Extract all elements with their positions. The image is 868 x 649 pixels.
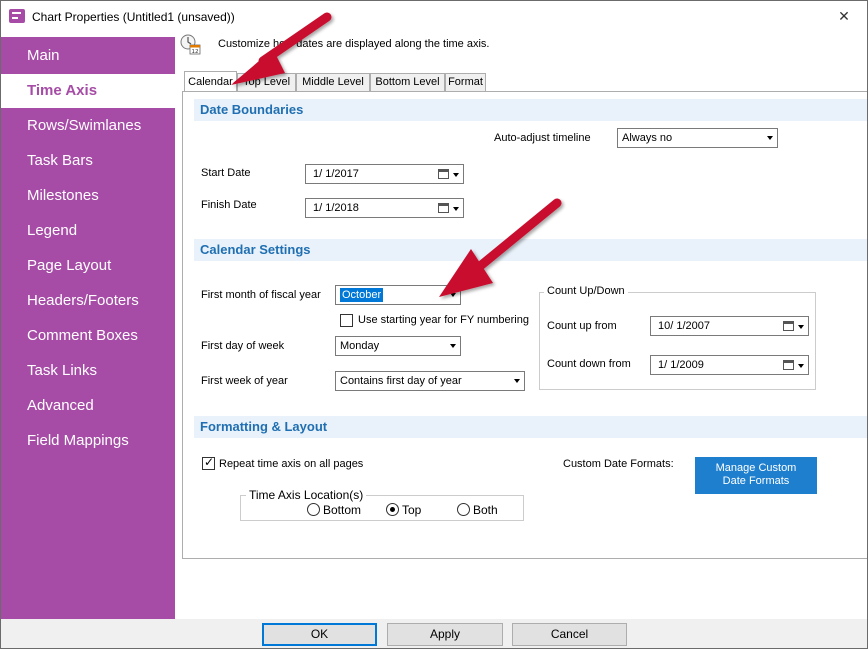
count-group [539, 292, 816, 390]
sidebar-item-time-axis[interactable]: Time Axis [1, 74, 175, 108]
finish-date-picker[interactable]: 1/ 1/2018 [305, 198, 464, 218]
chevron-down-icon[interactable] [453, 173, 459, 177]
close-icon: ✕ [838, 8, 850, 24]
first-week-select[interactable]: Contains first day of year [335, 371, 525, 391]
chevron-down-icon [450, 293, 456, 297]
location-both-label: Both [473, 503, 498, 517]
count-up-label: Count up from [547, 320, 617, 332]
ok-button[interactable]: OK [262, 623, 377, 646]
sidebar-item-rows-swimlanes[interactable]: Rows/Swimlanes [1, 109, 175, 143]
calendar-picker-icon[interactable] [783, 321, 794, 331]
sidebar-item-page-layout[interactable]: Page Layout [1, 249, 175, 283]
first-day-select[interactable]: Monday [335, 336, 461, 356]
section-calendar-settings: Calendar Settings [194, 239, 867, 261]
location-bottom-label: Bottom [323, 503, 362, 517]
first-day-label: First day of week [201, 340, 285, 352]
apply-button[interactable]: Apply [387, 623, 503, 646]
auto-adjust-select[interactable]: Always no [617, 128, 778, 148]
chevron-down-icon [450, 344, 456, 348]
sidebar-item-main[interactable]: Main [1, 39, 175, 73]
finish-date-label: Finish Date [201, 199, 257, 211]
tab-middle-level[interactable]: Middle Level [296, 73, 370, 91]
sidebar: Main Time Axis Rows/Swimlanes Task Bars … [1, 37, 175, 619]
sidebar-item-task-links[interactable]: Task Links [1, 354, 175, 388]
manage-button-line2: Date Formats [722, 475, 790, 487]
manage-button-line1: Manage Custom [715, 462, 797, 474]
calendar-picker-icon[interactable] [438, 203, 449, 213]
count-group-label: Count Up/Down [544, 285, 628, 297]
time-axis-location-label: Time Axis Location(s) [246, 488, 367, 502]
auto-adjust-label: Auto-adjust timeline [494, 132, 591, 144]
calendar-info-icon: 12 [180, 34, 201, 55]
start-date-picker[interactable]: 1/ 1/2017 [305, 164, 464, 184]
svg-text:12: 12 [192, 49, 199, 55]
tab-bottom-level[interactable]: Bottom Level [370, 73, 445, 91]
first-week-label: First week of year [201, 375, 288, 387]
tab-format[interactable]: Format [445, 73, 486, 91]
fiscal-month-value: October [340, 288, 384, 302]
calendar-picker-icon[interactable] [783, 360, 794, 370]
auto-adjust-value: Always no [622, 132, 673, 144]
close-button[interactable]: ✕ [835, 7, 853, 25]
app-icon [9, 9, 25, 23]
sidebar-item-advanced[interactable]: Advanced [1, 389, 175, 423]
info-text: Customize how dates are displayed along … [218, 38, 490, 50]
fy-numbering-checkbox[interactable] [340, 314, 353, 327]
fiscal-month-label: First month of fiscal year [201, 289, 321, 301]
location-top-label: Top [402, 503, 422, 517]
location-both-radio[interactable] [457, 503, 470, 516]
calendar-picker-icon[interactable] [438, 169, 449, 179]
repeat-time-axis-label: Repeat time axis on all pages [219, 458, 364, 470]
fiscal-month-select[interactable]: October [335, 285, 461, 305]
sidebar-item-comment-boxes[interactable]: Comment Boxes [1, 319, 175, 353]
start-date-label: Start Date [201, 167, 251, 179]
section-date-boundaries: Date Boundaries [194, 99, 867, 121]
repeat-time-axis-checkbox[interactable] [202, 455, 215, 470]
first-week-value: Contains first day of year [340, 375, 462, 387]
sidebar-item-milestones[interactable]: Milestones [1, 179, 175, 213]
chevron-down-icon [767, 136, 773, 140]
sidebar-item-headers-footers[interactable]: Headers/Footers [1, 284, 175, 318]
sidebar-item-task-bars[interactable]: Task Bars [1, 144, 175, 178]
location-bottom-radio[interactable] [307, 503, 320, 516]
cancel-button[interactable]: Cancel [512, 623, 627, 646]
finish-date-value: 1/ 1/2018 [313, 202, 359, 214]
tab-calendar[interactable]: Calendar [184, 71, 237, 91]
section-formatting-layout: Formatting & Layout [194, 416, 867, 438]
custom-date-formats-label: Custom Date Formats: [563, 458, 674, 470]
fy-numbering-label: Use starting year for FY numbering [358, 314, 529, 326]
count-up-picker[interactable]: 10/ 1/2007 [650, 316, 809, 336]
sidebar-item-legend[interactable]: Legend [1, 214, 175, 248]
chevron-down-icon[interactable] [453, 207, 459, 211]
chevron-down-icon [514, 379, 520, 383]
count-down-value: 1/ 1/2009 [658, 359, 704, 371]
location-top-radio[interactable] [386, 503, 399, 516]
chevron-down-icon[interactable] [798, 325, 804, 329]
tab-top-level[interactable]: Top Level [237, 73, 296, 91]
chart-properties-window: Chart Properties (Untitled1 (unsaved)) ✕… [0, 0, 868, 649]
count-down-label: Count down from [547, 358, 631, 370]
start-date-value: 1/ 1/2017 [313, 168, 359, 180]
window-title: Chart Properties (Untitled1 (unsaved)) [32, 10, 235, 24]
sidebar-item-field-mappings[interactable]: Field Mappings [1, 424, 175, 458]
title-bar: Chart Properties (Untitled1 (unsaved)) ✕ [1, 1, 867, 32]
manage-custom-date-formats-button[interactable]: Manage Custom Date Formats [695, 457, 817, 494]
first-day-value: Monday [340, 340, 380, 352]
count-down-picker[interactable]: 1/ 1/2009 [650, 355, 809, 375]
chevron-down-icon[interactable] [798, 364, 804, 368]
count-up-value: 10/ 1/2007 [658, 320, 710, 332]
